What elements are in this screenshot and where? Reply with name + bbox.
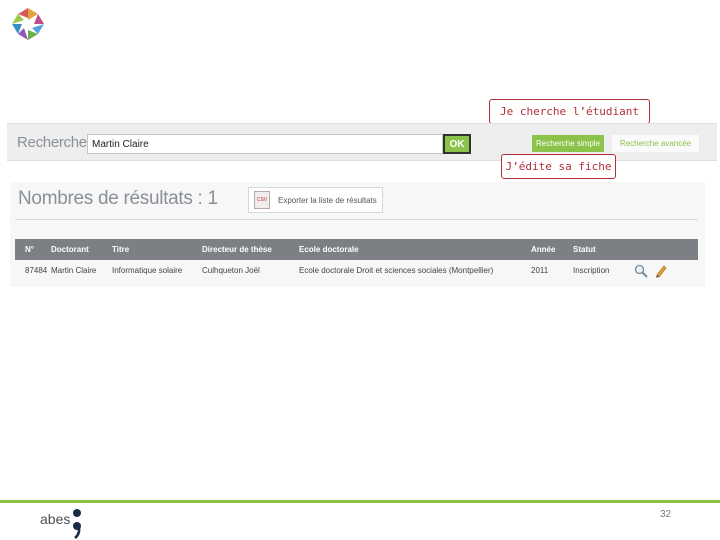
search-input[interactable]	[87, 134, 443, 154]
col-header-doctorant[interactable]: Doctorant	[51, 245, 112, 254]
abes-brand-text: abes	[40, 511, 71, 527]
col-header-ecole[interactable]: Ecole doctorale	[299, 245, 531, 254]
pencil-icon[interactable]	[654, 264, 668, 278]
cell-ecole: Ecole doctorale Droit et sciences social…	[299, 266, 494, 275]
col-header-titre[interactable]: Titre	[112, 245, 202, 254]
table-header-row: N° Doctorant Titre Directeur de thèse Ec…	[15, 239, 698, 260]
cell-doctorant: Martin Claire	[51, 266, 97, 275]
results-count: Nombres de résultats : 1	[18, 188, 218, 209]
col-header-statut[interactable]: Statut	[573, 245, 628, 254]
table-row: 87484 Martin Claire Informatique solaire…	[15, 260, 698, 281]
abes-semicolon-icon	[73, 509, 81, 539]
abes-logo: abes	[38, 507, 84, 539]
cell-annee: 2011	[531, 266, 549, 275]
cell-titre: Informatique solaire	[112, 266, 183, 275]
cell-num: 87484	[25, 266, 48, 275]
cell-directeur: Culhqueton Joël	[202, 266, 260, 275]
page-number: 32	[660, 509, 672, 520]
callout-edit-record: J’édite sa fiche	[501, 154, 616, 179]
export-label: Exporter la liste de résultats	[278, 195, 377, 205]
callout-search-student: Je cherche l’étudiant	[489, 99, 650, 124]
col-header-directeur[interactable]: Directeur de thèse	[202, 245, 299, 254]
col-header-annee[interactable]: Année	[531, 245, 573, 254]
footer-divider	[0, 500, 720, 503]
magnifier-icon[interactable]	[634, 264, 648, 278]
col-header-num[interactable]: N°	[15, 245, 51, 254]
simple-search-button[interactable]: Recherche simple	[532, 135, 604, 152]
app-logo-icon	[12, 8, 44, 40]
divider	[15, 219, 698, 220]
results-table: N° Doctorant Titre Directeur de thèse Ec…	[15, 239, 698, 281]
ok-button[interactable]: OK	[443, 134, 471, 154]
export-results-button[interactable]: CSV Exporter la liste de résultats	[248, 187, 383, 213]
csv-file-icon: CSV	[254, 191, 270, 209]
cell-statut: Inscription	[573, 266, 610, 275]
results-panel: Nombres de résultats : 1 CSV Exporter la…	[10, 182, 705, 287]
search-label: Rechercher	[17, 134, 92, 151]
advanced-search-button[interactable]: Recherche avancée	[612, 135, 699, 152]
